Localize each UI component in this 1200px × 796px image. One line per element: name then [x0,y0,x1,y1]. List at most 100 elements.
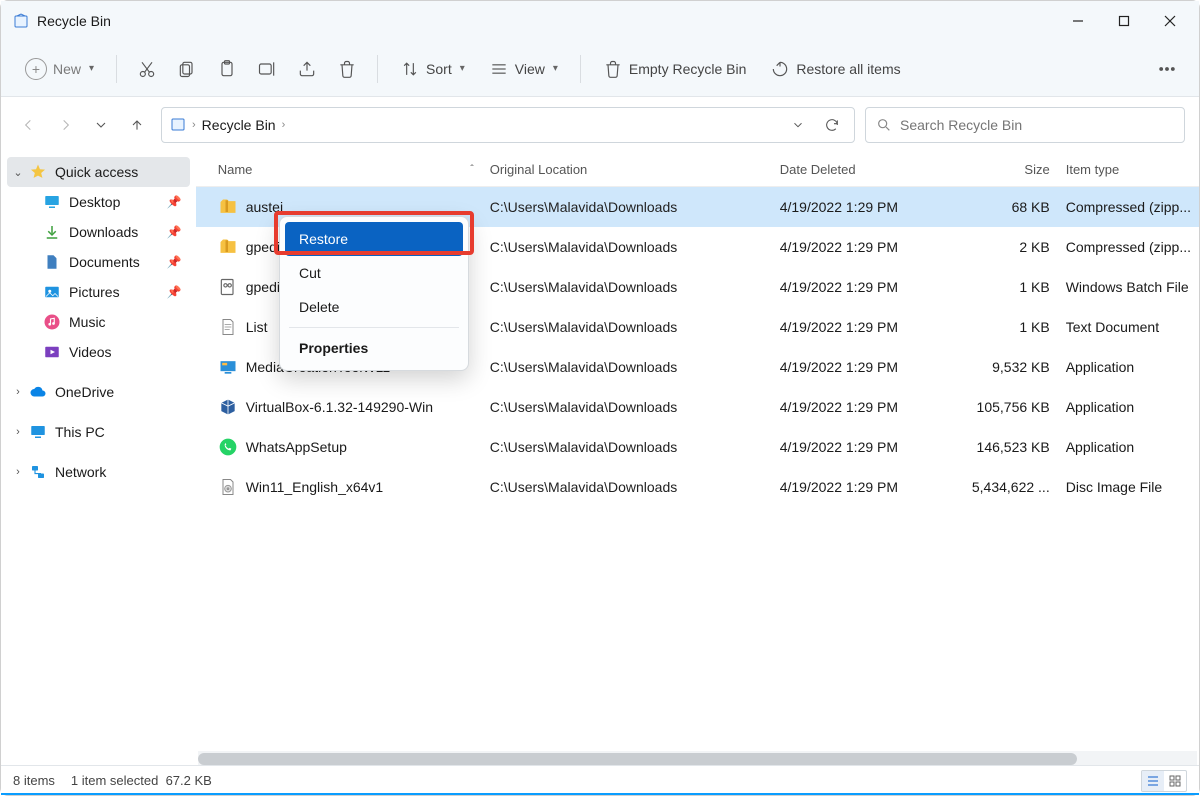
sidebar-item-desktop[interactable]: Desktop📌 [7,187,190,217]
column-size[interactable]: Size [962,162,1058,177]
thumbnails-view-button[interactable] [1164,771,1186,791]
trash-icon [603,59,623,79]
more-button[interactable] [1149,53,1185,85]
view-label: View [515,61,545,77]
file-location: C:\Users\Malavida\Downloads [482,239,772,255]
file-row[interactable]: Win11_English_x64v1C:\Users\Malavida\Dow… [196,467,1199,507]
up-button[interactable] [123,111,151,139]
window-accent-line [1,793,1199,795]
sort-button[interactable]: Sort ▾ [390,53,475,85]
delete-button[interactable] [329,53,365,85]
file-location: C:\Users\Malavida\Downloads [482,399,772,415]
sort-asc-icon: ˆ [470,164,473,175]
empty-recycle-bin-button[interactable]: Empty Recycle Bin [593,53,756,85]
context-menu: RestoreCutDelete Properties [279,216,469,371]
download-icon [43,223,61,241]
chevron-right-icon: › [11,466,25,478]
pictures-icon [43,283,61,301]
address-bar[interactable]: › Recycle Bin › [161,107,855,143]
details-view-button[interactable] [1142,771,1164,791]
sidebar-item-label: Pictures [69,284,120,300]
quick-access-label: Quick access [55,164,138,180]
sidebar-item-quick-access[interactable]: ⌄ Quick access [7,157,190,187]
menu-item-delete[interactable]: Delete [285,290,463,324]
sidebar-item-documents[interactable]: Documents📌 [7,247,190,277]
file-name: WhatsAppSetup [246,439,347,455]
file-icon [218,237,238,257]
new-label: New [53,61,81,77]
file-size: 1 KB [962,279,1058,295]
close-button[interactable] [1147,5,1193,37]
column-name[interactable]: Nameˆ [210,162,482,177]
back-button[interactable] [15,111,43,139]
sidebar-item-videos[interactable]: Videos [7,337,190,367]
file-row[interactable]: VirtualBox-6.1.32-149290-WinC:\Users\Mal… [196,387,1199,427]
pin-icon: 📌 [167,285,182,299]
sidebar-item-downloads[interactable]: Downloads📌 [7,217,190,247]
file-type: Application [1058,399,1199,415]
restore-all-button[interactable]: Restore all items [760,53,910,85]
copy-button[interactable] [169,53,205,85]
sidebar-item-network[interactable]: › Network [7,457,190,487]
status-item-count: 8 items [13,773,55,788]
file-icon [218,437,238,457]
file-location: C:\Users\Malavida\Downloads [482,319,772,335]
search-input[interactable] [900,117,1174,133]
chevron-down-icon: ▾ [553,63,558,74]
file-location: C:\Users\Malavida\Downloads [482,359,772,375]
chevron-down-icon: ▾ [460,63,465,74]
file-icon [218,357,238,377]
file-icon [218,477,238,497]
network-label: Network [55,464,106,480]
recycle-bin-icon [170,116,186,135]
file-type: Windows Batch File [1058,279,1199,295]
file-size: 146,523 KB [962,439,1058,455]
file-name: austei [246,199,283,215]
menu-item-properties[interactable]: Properties [285,331,463,365]
new-button[interactable]: + New ▾ [15,52,104,86]
file-row[interactable]: WhatsAppSetupC:\Users\Malavida\Downloads… [196,427,1199,467]
search-box[interactable] [865,107,1185,143]
column-location[interactable]: Original Location [482,162,772,177]
file-icon [218,397,238,417]
empty-label: Empty Recycle Bin [629,61,746,77]
menu-item-cut[interactable]: Cut [285,256,463,290]
network-icon [29,463,47,481]
chevron-down-icon: ▾ [89,63,94,74]
sidebar-item-music[interactable]: Music [7,307,190,337]
menu-item-restore[interactable]: Restore [285,222,463,256]
file-size: 105,756 KB [962,399,1058,415]
sidebar-item-pictures[interactable]: Pictures 📌 [7,277,190,307]
address-history-button[interactable] [784,111,812,139]
view-button[interactable]: View ▾ [479,53,568,85]
rename-button[interactable] [249,53,285,85]
sidebar-item-this-pc[interactable]: › This PC [7,417,190,447]
share-button[interactable] [289,53,325,85]
restore-icon [770,59,790,79]
breadcrumb-item[interactable]: Recycle Bin [202,117,276,133]
recent-locations-button[interactable] [87,111,115,139]
pin-icon: 📌 [167,195,182,209]
file-type: Application [1058,439,1199,455]
file-icon [218,277,238,297]
refresh-button[interactable] [818,111,846,139]
sidebar-item-onedrive[interactable]: › OneDrive [7,377,190,407]
column-item-type[interactable]: Item type [1058,162,1199,177]
paste-button[interactable] [209,53,245,85]
column-date-deleted[interactable]: Date Deleted [772,162,962,177]
file-size: 2 KB [962,239,1058,255]
chevron-right-icon: › [11,386,25,398]
document-icon [43,253,61,271]
toolbar: + New ▾ Sort ▾ View ▾ Empty Recycle Bin … [1,41,1199,97]
forward-button[interactable] [51,111,79,139]
sidebar-item-label: Videos [69,344,112,360]
file-size: 9,532 KB [962,359,1058,375]
file-size: 1 KB [962,319,1058,335]
file-icon [218,317,238,337]
cut-button[interactable] [129,53,165,85]
file-icon [218,197,238,217]
minimize-button[interactable] [1055,5,1101,37]
file-name: gpedi [246,239,280,255]
file-type: Text Document [1058,319,1199,335]
maximize-button[interactable] [1101,5,1147,37]
